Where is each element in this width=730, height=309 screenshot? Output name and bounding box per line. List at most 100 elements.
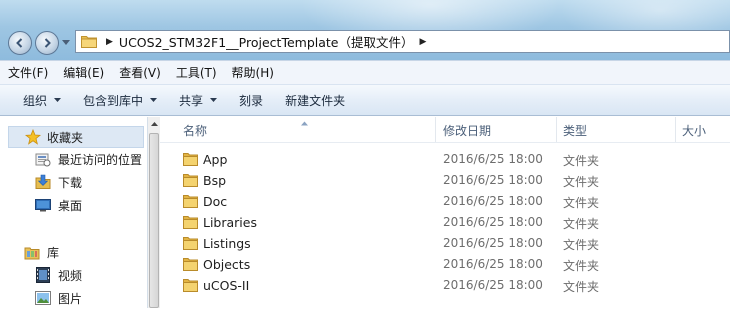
recent-places-icon: [34, 151, 52, 167]
nav-libraries[interactable]: 库: [23, 241, 59, 263]
star-icon: [24, 129, 42, 145]
chevron-down-icon: [150, 98, 158, 102]
column-header-modified[interactable]: 修改日期: [443, 122, 491, 139]
file-type: 文件夹: [563, 154, 600, 168]
file-type: 文件夹: [563, 280, 600, 294]
recent-pages-button[interactable]: [61, 36, 71, 48]
nav-videos[interactable]: 视频: [34, 264, 82, 286]
arrow-left-icon: [16, 38, 23, 48]
scrollbar-thumb[interactable]: [149, 133, 159, 308]
navigation-pane: 收藏夹 最近访问的位置 下载 桌面 库 视频 图片: [0, 117, 148, 308]
file-type: 文件夹: [563, 217, 600, 231]
file-modified-date: 2016/6/25 18:00: [443, 257, 543, 271]
folder-icon: [183, 257, 198, 271]
download-icon: [34, 174, 52, 190]
file-row-objects[interactable]: Objects 2016/6/25 18:00 文件夹: [160, 254, 730, 275]
scroll-up-button[interactable]: [148, 117, 160, 131]
file-row-ucos-ii[interactable]: uCOS-II 2016/6/25 18:00 文件夹: [160, 275, 730, 296]
file-type: 文件夹: [563, 238, 600, 252]
file-name: Objects: [203, 257, 251, 272]
file-row-libraries[interactable]: Libraries 2016/6/25 18:00 文件夹: [160, 212, 730, 233]
column-header-name[interactable]: 名称: [183, 122, 207, 139]
chevron-down-icon: [210, 98, 218, 102]
arrow-right-icon: [44, 38, 51, 48]
file-modified-date: 2016/6/25 18:00: [443, 173, 543, 187]
menu-bar: 文件(F) 编辑(E) 查看(V) 工具(T) 帮助(H): [0, 60, 730, 84]
folder-icon: [183, 278, 198, 292]
column-divider[interactable]: [435, 117, 436, 142]
menu-view[interactable]: 查看(V): [119, 64, 161, 81]
nav-desktop[interactable]: 桌面: [34, 194, 82, 216]
chevron-down-icon: [54, 98, 62, 102]
nav-desktop-label: 桌面: [58, 198, 83, 213]
file-name: App: [203, 152, 228, 167]
file-modified-date: 2016/6/25 18:00: [443, 215, 543, 229]
file-type: 文件夹: [563, 259, 600, 273]
folder-icon: [183, 152, 198, 166]
chevron-up-icon: [150, 122, 158, 126]
picture-icon: [34, 290, 52, 306]
nav-downloads-label: 下载: [58, 175, 83, 190]
share-label: 共享: [179, 93, 204, 108]
forward-button[interactable]: [35, 31, 59, 55]
sort-ascending-icon: [301, 115, 308, 129]
menu-tools[interactable]: 工具(T): [176, 64, 217, 81]
breadcrumb-arrow-icon[interactable]: ▶: [419, 37, 426, 47]
menu-file[interactable]: 文件(F): [8, 64, 48, 81]
nav-library-label: 库: [47, 245, 60, 260]
back-button[interactable]: [8, 31, 32, 55]
folder-icon: [183, 215, 198, 229]
file-name: uCOS-II: [203, 278, 250, 293]
folder-icon: [183, 236, 198, 250]
file-row-bsp[interactable]: Bsp 2016/6/25 18:00 文件夹: [160, 170, 730, 191]
folder-icon: [81, 35, 97, 48]
chevron-down-icon: [62, 39, 70, 45]
address-bar[interactable]: ▶ UCOS2_STM32F1__ProjectTemplate（提取文件） ▶: [75, 30, 730, 53]
include-in-library-button[interactable]: 包含到库中: [83, 92, 158, 109]
nav-downloads[interactable]: 下载: [34, 171, 82, 193]
burn-label: 刻录: [239, 93, 264, 108]
column-divider[interactable]: [556, 117, 557, 142]
nav-videos-label: 视频: [58, 268, 83, 283]
new-folder-label: 新建文件夹: [285, 93, 346, 108]
burn-button[interactable]: 刻录: [239, 92, 263, 109]
folder-icon: [183, 173, 198, 187]
nav-favorites-label: 收藏夹: [47, 130, 84, 145]
organize-button[interactable]: 组织: [23, 92, 62, 109]
column-header-size[interactable]: 大小: [682, 122, 706, 139]
breadcrumb-arrow-icon[interactable]: ▶: [106, 37, 113, 47]
file-modified-date: 2016/6/25 18:00: [443, 236, 543, 250]
command-bar: 组织 包含到库中 共享 刻录 新建文件夹: [0, 84, 730, 116]
breadcrumb[interactable]: UCOS2_STM32F1__ProjectTemplate（提取文件）: [119, 32, 414, 51]
organize-label: 组织: [23, 93, 48, 108]
file-modified-date: 2016/6/25 18:00: [443, 278, 543, 292]
column-headers: 名称 修改日期 类型 大小: [160, 117, 730, 143]
video-icon: [34, 267, 52, 283]
file-modified-date: 2016/6/25 18:00: [443, 152, 543, 166]
share-button[interactable]: 共享: [179, 92, 218, 109]
nav-pictures[interactable]: 图片: [34, 287, 82, 309]
column-divider[interactable]: [675, 117, 676, 142]
nav-recent-places[interactable]: 最近访问的位置: [34, 148, 142, 170]
folder-icon: [183, 194, 198, 208]
file-name: Bsp: [203, 173, 227, 188]
new-folder-button[interactable]: 新建文件夹: [285, 92, 345, 109]
file-name: Listings: [203, 236, 251, 251]
file-row-app[interactable]: App 2016/6/25 18:00 文件夹: [160, 149, 730, 170]
menu-help[interactable]: 帮助(H): [232, 64, 274, 81]
file-row-listings[interactable]: Listings 2016/6/25 18:00 文件夹: [160, 233, 730, 254]
menu-edit[interactable]: 编辑(E): [63, 64, 104, 81]
column-header-type[interactable]: 类型: [563, 122, 587, 139]
nav-favorites[interactable]: 收藏夹: [8, 126, 144, 148]
file-type: 文件夹: [563, 196, 600, 210]
file-list: 名称 修改日期 类型 大小 App 2016/6/25 18:00 文件夹 Bs…: [160, 117, 730, 308]
file-modified-date: 2016/6/25 18:00: [443, 194, 543, 208]
file-type: 文件夹: [563, 175, 600, 189]
nav-recent-label: 最近访问的位置: [58, 152, 143, 167]
nav-pictures-label: 图片: [58, 291, 83, 306]
file-name: Libraries: [203, 215, 257, 230]
title-bar: ▶ UCOS2_STM32F1__ProjectTemplate（提取文件） ▶: [0, 0, 730, 60]
file-row-doc[interactable]: Doc 2016/6/25 18:00 文件夹: [160, 191, 730, 212]
desktop-icon: [34, 197, 52, 213]
library-icon: [23, 244, 41, 260]
